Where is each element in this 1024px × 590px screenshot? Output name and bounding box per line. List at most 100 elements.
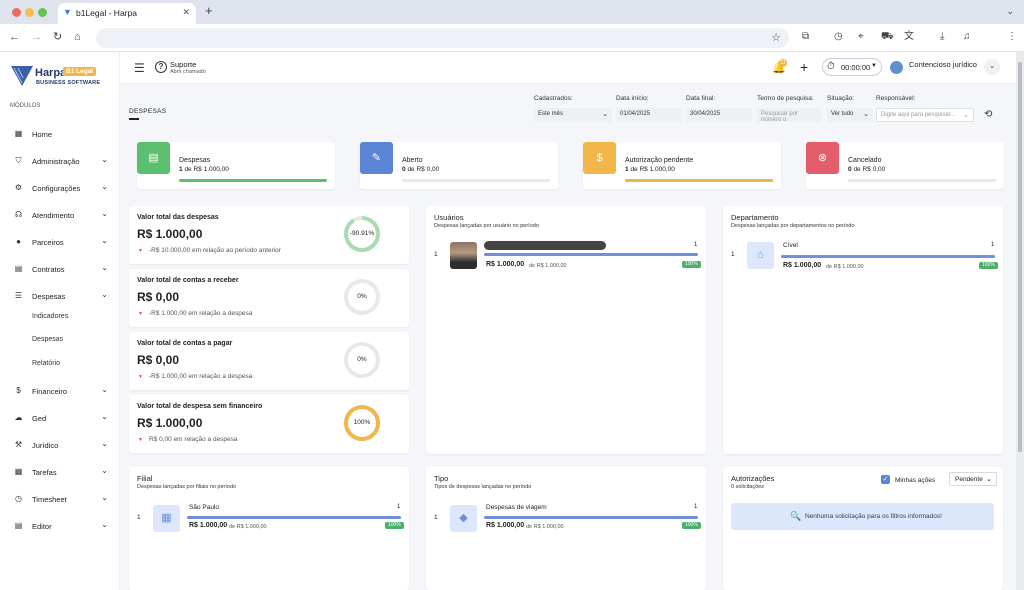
row-value: R$ 1.000,00 bbox=[486, 522, 525, 529]
arrow-down-icon: ▼ bbox=[138, 248, 143, 254]
sidebar-item-1[interactable]: ▦ Home bbox=[0, 124, 120, 144]
cadastrados-select[interactable]: Este mês ⌄ bbox=[534, 108, 612, 122]
person-icon: ● bbox=[16, 237, 21, 246]
sidebar-item-10[interactable]: ⚒ Jurídico ⌄ bbox=[0, 435, 120, 455]
minhas-acoes-label[interactable]: Minhas ações bbox=[895, 477, 935, 484]
redacted-user-name bbox=[484, 241, 606, 250]
sidebar-item-5[interactable]: ● Parceiros ⌄ bbox=[0, 232, 120, 252]
user-menu-chevron-icon[interactable]: ⌄ bbox=[984, 59, 1000, 75]
kpi-comparison: -R$ 10.000,00 em relação ao período ante… bbox=[149, 247, 281, 254]
support-subtitle[interactable]: Abrir chamado bbox=[170, 69, 206, 75]
panel-subtitle: Despesas lançadas por departamentos no p… bbox=[731, 223, 855, 229]
bookmark-star-icon[interactable]: ☆ bbox=[771, 31, 781, 44]
location-pin-icon[interactable]: ⌖ bbox=[858, 31, 864, 43]
kpi-value: R$ 1.000,00 bbox=[137, 227, 203, 241]
stat-title: Cancelado bbox=[848, 157, 882, 164]
sidebar-item-label: Configurações bbox=[32, 184, 81, 193]
translate-icon[interactable]: 文 bbox=[904, 31, 914, 43]
cadastrados-label: Cadastrados: bbox=[534, 95, 573, 102]
sidebar-item-7[interactable]: ☰ Despesas ⌄ bbox=[0, 286, 120, 306]
add-icon[interactable]: + bbox=[800, 59, 808, 75]
document-search-icon: 🔍 bbox=[790, 511, 802, 521]
stat-card-2[interactable]: ✎ Aberto 0 de R$ 0,00 bbox=[360, 142, 558, 189]
refresh-icon[interactable]: ⟲ bbox=[984, 109, 992, 120]
chevron-down-icon: ⌄ bbox=[101, 263, 108, 272]
sidebar-item-13[interactable]: ▤ Editor ⌄ bbox=[0, 516, 120, 536]
user-name[interactable]: Contencioso jurídico bbox=[909, 60, 977, 69]
car-icon[interactable]: ⛟ bbox=[881, 31, 894, 43]
headset-icon: ☊ bbox=[14, 210, 23, 219]
row-value: R$ 1.000,00 bbox=[783, 262, 822, 269]
help-icon[interactable]: ? bbox=[155, 61, 167, 73]
stat-card-1[interactable]: ▤ Despesas 1 de R$ 1.000,00 bbox=[137, 142, 335, 189]
chevron-down-icon: ▼ bbox=[871, 63, 877, 69]
sidebar: Harpa B1 Legal BUSINESS SOFTWARE MÓDULOS… bbox=[0, 52, 120, 590]
download-icon[interactable]: ⤓ bbox=[940, 31, 944, 43]
forward-icon[interactable]: → bbox=[31, 31, 42, 43]
row-progress-bar bbox=[187, 516, 401, 519]
timer-button[interactable]: ⏱ 00:00:00 ▼ bbox=[822, 58, 882, 76]
hamburger-menu-icon[interactable]: ☰ bbox=[134, 62, 145, 74]
minimize-window-button[interactable] bbox=[25, 8, 34, 17]
new-tab-button[interactable]: + bbox=[205, 3, 213, 18]
kpi-value: R$ 1.000,00 bbox=[137, 416, 203, 430]
maximize-window-button[interactable] bbox=[38, 8, 47, 17]
sidebar-item-4[interactable]: ☊ Atendimento ⌄ bbox=[0, 205, 120, 225]
tag-icon: ◆ bbox=[450, 505, 477, 532]
row-count: 1 bbox=[397, 504, 401, 510]
sidebar-item-8[interactable]: $ Financeiro ⌄ bbox=[0, 381, 120, 401]
sidebar-item-12[interactable]: ◷ Timesheet ⌄ bbox=[0, 489, 120, 509]
stat-card-4[interactable]: ⊗ Cancelado 0 de R$ 0,00 bbox=[806, 142, 1004, 189]
address-bar[interactable]: ☆ bbox=[96, 28, 789, 48]
sidebar-subitem-3[interactable]: Relatório bbox=[32, 360, 60, 367]
scrollbar[interactable] bbox=[1016, 52, 1024, 590]
home-icon[interactable]: ⌂ bbox=[74, 31, 81, 43]
sidebar-item-9[interactable]: ☁ Ged ⌄ bbox=[0, 408, 120, 428]
sidebar-item-6[interactable]: ▤ Contratos ⌄ bbox=[0, 259, 120, 279]
support-title[interactable]: Suporte bbox=[170, 60, 196, 69]
building-icon: ▦ bbox=[153, 505, 180, 532]
sidebar-subitem-1[interactable]: Indicadores bbox=[32, 313, 68, 320]
close-window-button[interactable] bbox=[12, 8, 21, 17]
scrollbar-thumb[interactable] bbox=[1018, 62, 1022, 452]
kpi-comparison: -R$ 1.000,00 em relação a despesa bbox=[149, 373, 253, 380]
tab-search-chevron-icon[interactable]: ⌄ bbox=[1006, 6, 1014, 17]
row-total: de R$ 1.000,00 bbox=[529, 263, 567, 269]
arrow-down-icon: ▼ bbox=[138, 437, 143, 443]
chevron-down-icon: ⌄ bbox=[101, 209, 108, 218]
reload-icon[interactable]: ↻ bbox=[53, 31, 62, 43]
back-icon[interactable]: ← bbox=[9, 31, 20, 43]
dollar-circle-icon: $ bbox=[583, 142, 616, 174]
history-icon[interactable]: ◷ bbox=[834, 31, 843, 43]
stat-count: 0 bbox=[402, 166, 406, 173]
situacao-select[interactable]: Ver tudo ⌄ bbox=[827, 108, 873, 122]
kpi-title: Valor total das despesas bbox=[137, 214, 219, 221]
sidebar-item-2[interactable]: ⛉ Administração ⌄ bbox=[0, 151, 120, 171]
more-menu-icon[interactable]: ⋮ bbox=[1007, 31, 1017, 43]
row-name: Despesas de viagem bbox=[486, 504, 547, 511]
logo[interactable]: Harpa B1 Legal BUSINESS SOFTWARE bbox=[11, 66, 111, 90]
avatar[interactable] bbox=[890, 61, 903, 74]
search-term-input[interactable]: Pesquisar por número o bbox=[757, 108, 821, 123]
status-select[interactable]: Pendente ⌄ bbox=[949, 472, 997, 486]
media-icon[interactable]: ♫ bbox=[963, 31, 971, 43]
extensions-icon[interactable]: ⧉ bbox=[802, 31, 809, 43]
responsavel-select[interactable]: Digite aqui para pesquisar... ⌄ bbox=[876, 108, 974, 122]
stat-progress-bar bbox=[625, 179, 773, 182]
close-tab-icon[interactable]: ✕ bbox=[182, 7, 190, 18]
browser-tab[interactable]: ▼ b1Legal - Harpa ✕ bbox=[58, 3, 196, 24]
data-final-field[interactable]: 30/04/2025 bbox=[686, 108, 752, 122]
kpi-card-3: Valor total de contas a pagar R$ 0,00 ▼ -R$… bbox=[129, 332, 409, 390]
kpi-donut-label: 0% bbox=[357, 356, 367, 363]
sidebar-subitem-2[interactable]: Despesas bbox=[32, 336, 63, 343]
chevron-down-icon: ⌄ bbox=[101, 412, 108, 421]
sidebar-item-3[interactable]: ⚙ Configurações ⌄ bbox=[0, 178, 120, 198]
minhas-acoes-checkbox[interactable]: ✓ bbox=[881, 475, 890, 484]
stat-count: 0 bbox=[848, 166, 852, 173]
panel-subtitle: 0 solicitações bbox=[731, 484, 765, 490]
panel-subtitle: Despesas lançadas por usuário no período bbox=[434, 223, 539, 229]
data-inicio-field[interactable]: 01/04/2025 bbox=[616, 108, 682, 122]
sidebar-item-11[interactable]: ▦ Tarefas ⌄ bbox=[0, 462, 120, 482]
kpi-comparison: -R$ 1.000,00 em relação a despesa bbox=[149, 310, 253, 317]
stat-card-3[interactable]: $ Autorização pendente 1 de R$ 1.000,00 bbox=[583, 142, 781, 189]
